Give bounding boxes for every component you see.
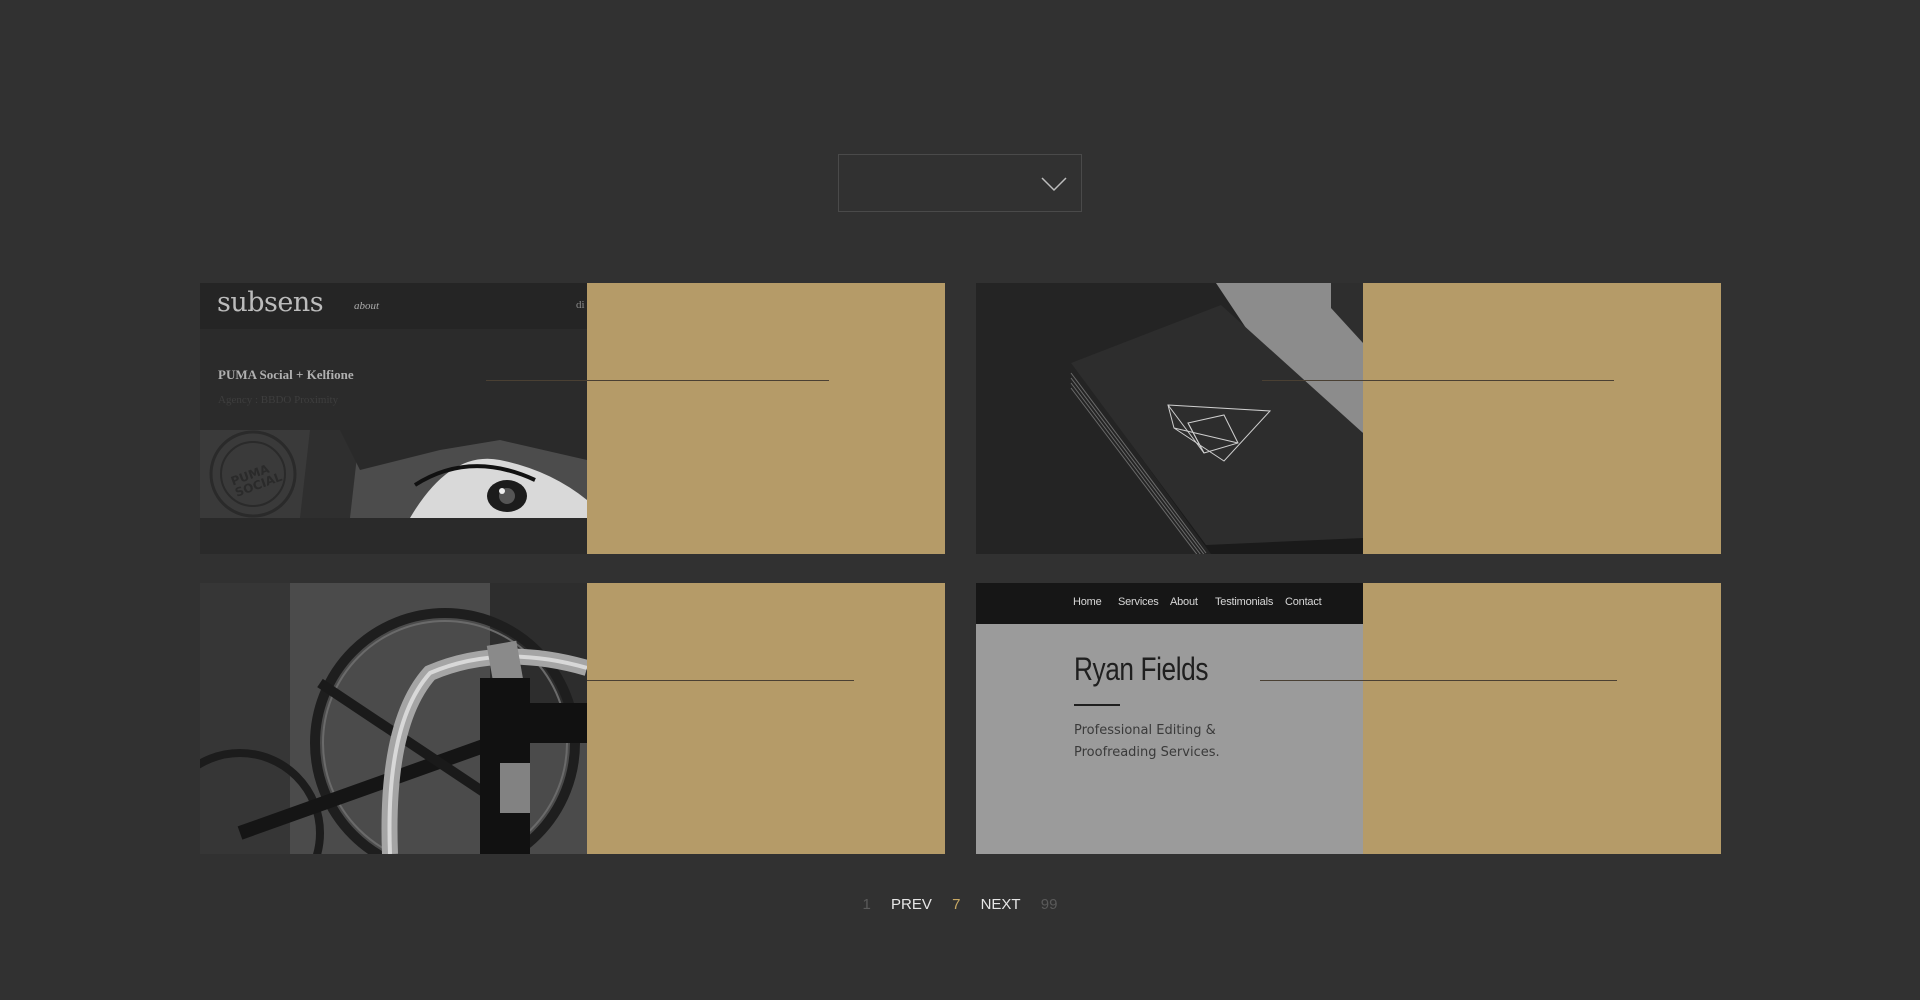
thumb-nav-testimonials: Testimonials (1215, 596, 1274, 608)
thumb-tagline-line-1: Professional Editing & (1074, 723, 1216, 738)
portfolio-card-bike[interactable] (200, 583, 945, 854)
next-page-link[interactable]: NEXT (981, 896, 1021, 913)
card-overlay-panel (587, 283, 945, 554)
card-divider-line (486, 380, 829, 381)
thumb-nav-cut: di (576, 299, 585, 311)
card-divider-line (1262, 380, 1614, 381)
page-first-link[interactable]: 1 (863, 896, 871, 913)
card-overlay-panel (1363, 583, 1721, 854)
eye-artwork-image: PUMA SOCIAL (200, 430, 587, 518)
card-divider-line (1260, 680, 1617, 681)
thumb-nav-contact: Contact (1285, 596, 1322, 608)
thumb-heading-name: Ryan Fields (1074, 651, 1209, 687)
portfolio-page: subsens about di PUMA Social + Kelfione … (0, 0, 1920, 1000)
card-divider-line (587, 680, 854, 681)
card-thumbnail: subsens about di PUMA Social + Kelfione … (200, 283, 587, 554)
thumb-agency: Agency : BBDO Proximity (218, 394, 339, 406)
thumb-tagline: Professional Editing & Proofreading Serv… (1074, 720, 1254, 764)
card-overlay-panel (587, 583, 945, 854)
card-thumbnail (976, 283, 1363, 554)
pagination: 1 PREV 7 NEXT 99 (0, 896, 1920, 913)
current-page-number: 7 (952, 896, 961, 913)
thumb-tagline-line-2: Proofreading Services. (1074, 745, 1220, 760)
thumb-project-title: PUMA Social + Kelfione (218, 367, 354, 382)
portfolio-card-subsens[interactable]: subsens about di PUMA Social + Kelfione … (200, 283, 945, 554)
thumb-artwork: PUMA SOCIAL (200, 430, 587, 518)
portfolio-card-ryan-fields[interactable]: Home Services About Testimonials Contact… (976, 583, 1721, 854)
thumb-nav-services: Services (1118, 596, 1159, 608)
chevron-down-icon (1041, 177, 1067, 192)
thumb-nav-about: about (354, 300, 380, 312)
thumb-logo-text: subsens (217, 287, 324, 318)
portfolio-card-business-cards[interactable] (976, 283, 1721, 554)
card-thumbnail: Home Services About Testimonials Contact… (976, 583, 1363, 854)
bicycle-photo (200, 583, 587, 854)
business-card-image (976, 283, 1363, 554)
page-last-link[interactable]: 99 (1041, 896, 1058, 913)
thumb-nav-about: About (1170, 596, 1198, 608)
card-thumbnail (200, 583, 587, 854)
prev-page-link[interactable]: PREV (891, 896, 932, 913)
card-overlay-panel (1363, 283, 1721, 554)
thumb-heading-underline (1074, 704, 1120, 706)
category-dropdown[interactable] (838, 154, 1082, 212)
thumb-footer (200, 518, 587, 554)
thumb-nav-home: Home (1073, 596, 1102, 608)
